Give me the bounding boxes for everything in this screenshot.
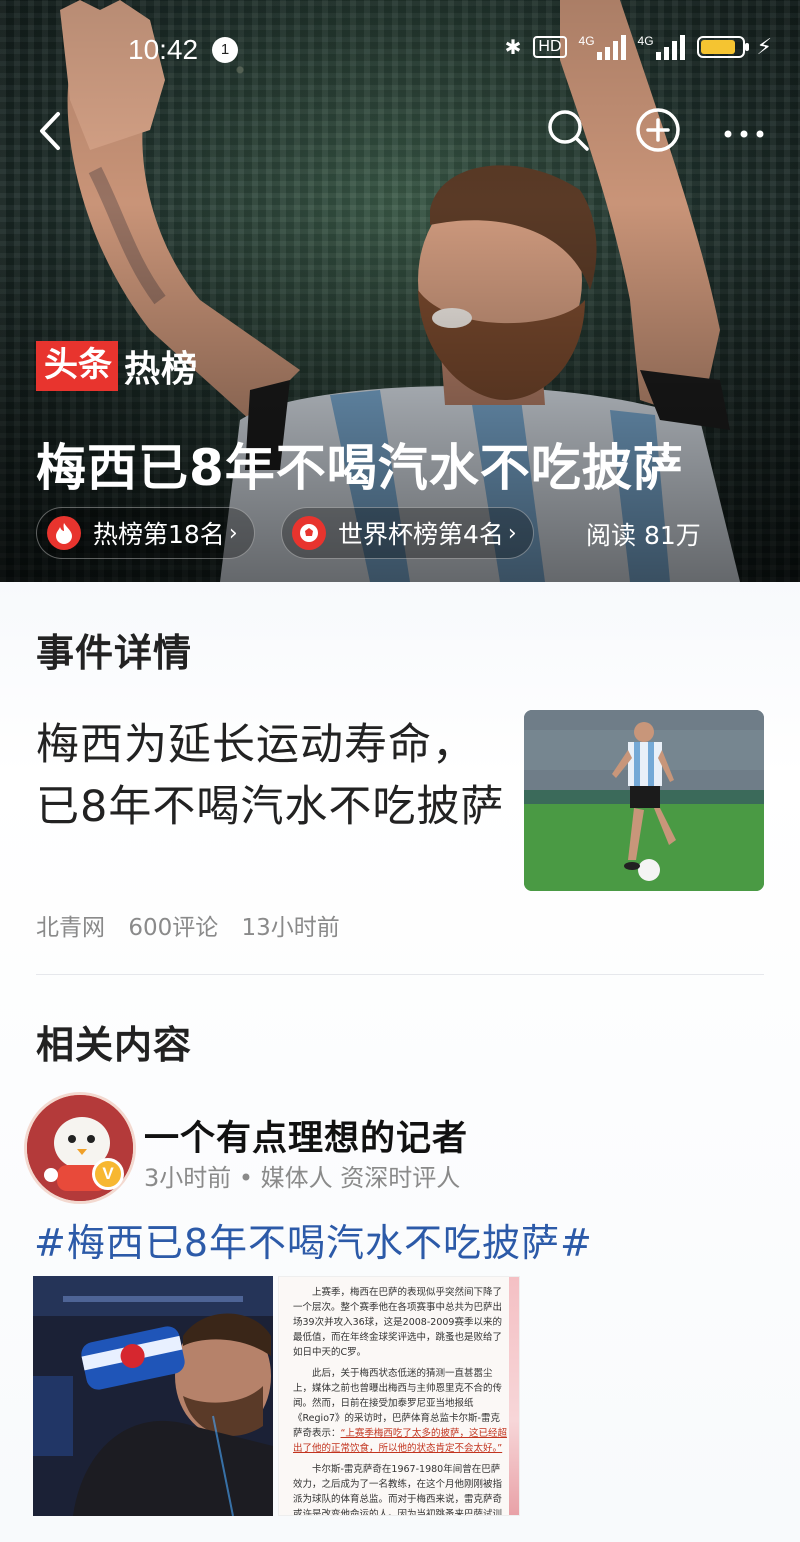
event-details-heading: 事件详情 [36, 631, 193, 675]
status-bar: 10:42 1 ✱ HD 4G 4G ⚡ [0, 28, 800, 72]
search-icon[interactable] [544, 106, 592, 154]
event-comments: 600评论 [128, 915, 219, 941]
bluetooth-icon: ✱ [504, 36, 522, 59]
soccer-player-thumbnail-image [524, 710, 764, 891]
more-dots-icon[interactable] [720, 106, 768, 154]
hd-voice-icon: HD [533, 36, 567, 58]
top-nav-bar [0, 100, 800, 160]
read-count: 阅读 81万 [586, 521, 701, 550]
post-image-article[interactable]: 上赛季，梅西在巴萨的表现似乎突然间下降了一个层次。整个赛季他在各项赛事中总共为巴… [278, 1276, 520, 1516]
fire-icon [47, 516, 81, 550]
brand-red-label: 头条 [36, 341, 118, 391]
article-screenshot-text: 上赛季，梅西在巴萨的表现似乎突然间下降了一个层次。整个赛季他在各项赛事中总共为巴… [293, 1287, 507, 1516]
toutiao-hot-list-logo: 头条 热榜 [36, 340, 198, 392]
topic-hashtag[interactable]: #梅西已8年不喝汽水不吃披萨# [34, 1212, 593, 1267]
back-chevron-icon[interactable] [30, 106, 70, 156]
author-name[interactable]: 一个有点理想的记者 [144, 1110, 468, 1161]
add-circle-icon[interactable] [634, 106, 682, 154]
hot-rank-label: 热榜第18名 [93, 520, 225, 549]
author-avatar[interactable] [24, 1092, 136, 1204]
signal-4g-icon-1: 4G [579, 34, 626, 60]
status-time: 10:42 [128, 34, 199, 65]
article-side-strip [509, 1277, 519, 1515]
chevron-right-icon: › [228, 520, 238, 546]
charging-icon: ⚡ [756, 34, 772, 60]
soccer-ball-icon [292, 516, 326, 550]
worldcup-rank-pill[interactable]: 世界杯榜第4名 › [281, 507, 534, 559]
event-headline[interactable]: 梅西为延长运动寿命，已8年不喝汽水不吃披萨 [36, 714, 506, 838]
battery-icon [696, 36, 749, 58]
event-thumbnail[interactable] [524, 710, 764, 891]
event-meta: 北青网 600评论 13小时前 [36, 908, 356, 942]
post-image-pepsi[interactable] [33, 1276, 273, 1516]
author-meta: 3小时前 • 媒体人 资深时评人 [144, 1164, 461, 1192]
worldcup-rank-label: 世界杯榜第4名 [338, 520, 504, 549]
verified-v-badge: V [92, 1158, 124, 1190]
related-content-heading: 相关内容 [36, 1023, 193, 1067]
chevron-right-icon: › [507, 520, 517, 546]
hero-banner: 10:42 1 ✱ HD 4G 4G ⚡ 头条 热榜 梅西已8年不喝汽水不吃披萨… [0, 0, 800, 582]
hot-rank-pill[interactable]: 热榜第18名 › [36, 507, 255, 559]
notification-count-badge: 1 [212, 37, 238, 63]
brand-text-label: 热榜 [124, 349, 199, 390]
messi-drinking-image [33, 1276, 273, 1516]
event-source: 北青网 [36, 915, 105, 941]
signal-4g-icon-2: 4G [638, 34, 685, 60]
event-time: 13小时前 [241, 915, 340, 941]
section-divider [36, 974, 764, 975]
hero-title: 梅西已8年不喝汽水不吃披萨 [36, 439, 684, 497]
